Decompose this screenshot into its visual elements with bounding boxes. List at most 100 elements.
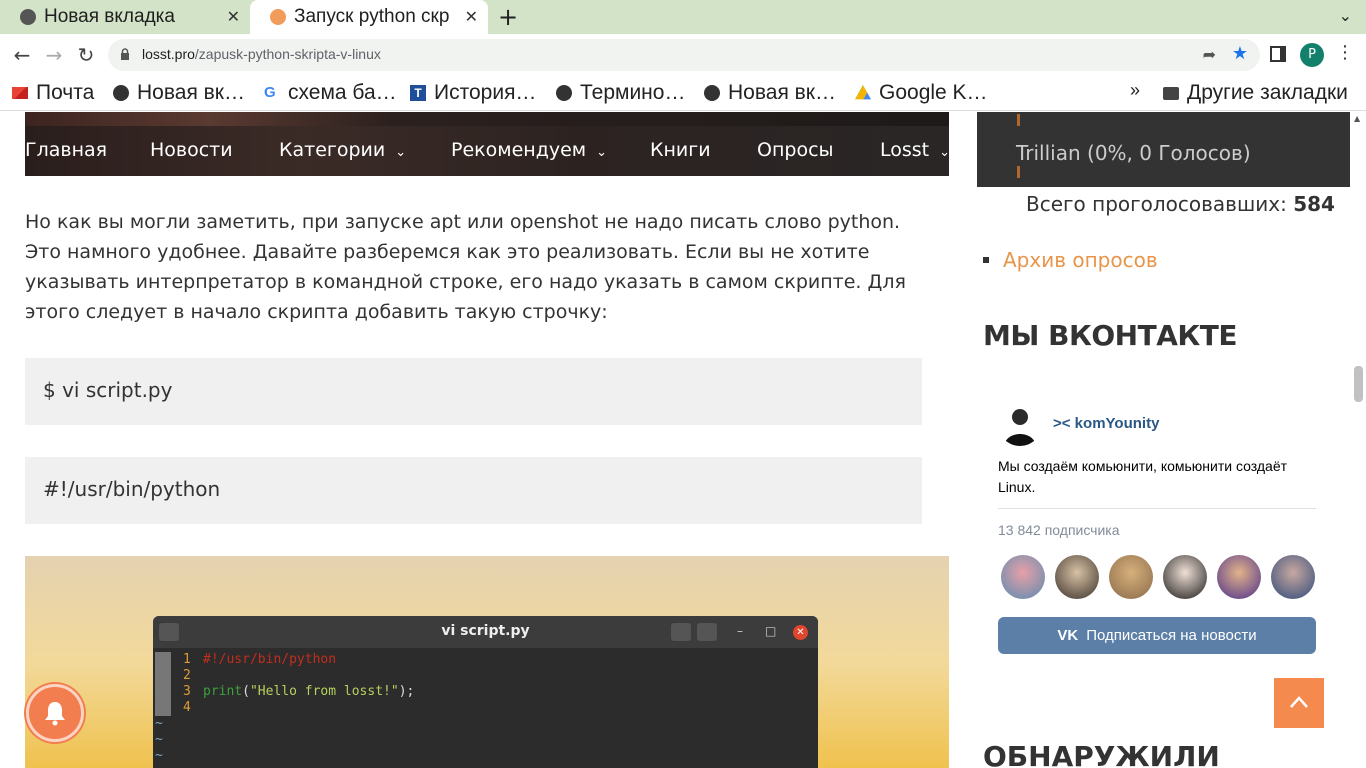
code-block: $ vi script.py (25, 358, 922, 425)
maximize-icon: □ (765, 624, 777, 638)
tab-title: Новая вкладка (44, 6, 175, 27)
bookmark-star-icon[interactable]: ★ (1232, 43, 1248, 64)
poll-archive-link[interactable]: Архив опросов (983, 248, 1158, 272)
avatar[interactable] (1217, 555, 1261, 599)
terminal-window: vi script.py – □ ✕ 1 #!/usr/bin/python 2 … (153, 616, 818, 768)
code-line: 4 (183, 700, 191, 715)
search-icon (671, 623, 691, 641)
avatar[interactable] (1001, 555, 1045, 599)
scrollbar-thumb[interactable] (1354, 366, 1363, 402)
vk-heading: МЫ ВКОНТАКТЕ (983, 319, 1237, 352)
reload-icon[interactable]: ↻ (74, 43, 98, 67)
bookmark-item[interactable]: Новая вк… (704, 81, 836, 105)
chevron-up-icon (1290, 696, 1308, 708)
minimize-icon: – (737, 624, 743, 638)
globe-icon (704, 85, 720, 101)
url-text: losst.pro/zapusk-python-skripta-v-linux (142, 46, 381, 62)
nav-losst[interactable]: Losst ⌄ (880, 139, 950, 161)
vk-subscriber-count: 13 842 подписчика (998, 522, 1120, 538)
close-tab-icon[interactable]: ✕ (465, 7, 478, 27)
bullet-icon (983, 257, 989, 263)
avatar[interactable] (1109, 555, 1153, 599)
tab-search-chevron-icon[interactable]: ⌄ (1339, 6, 1352, 25)
bookmark-item[interactable]: Почта (12, 81, 94, 105)
nav-recommend[interactable]: Рекомендуем ⌄ (451, 139, 607, 161)
nav-home[interactable]: Главная (25, 139, 107, 161)
close-icon: ✕ (793, 625, 808, 640)
code-block: #!/usr/bin/python (25, 457, 922, 524)
bookmark-item[interactable]: Новая вк… (113, 81, 245, 105)
vk-logo-icon: VK (1057, 627, 1079, 644)
tab-strip: Новая вкладка ✕ Запуск python скр ✕ + ⌄ (0, 0, 1366, 34)
browser-toolbar: ← → ↻ losst.pro/zapusk-python-skripta-v-… (0, 34, 1366, 76)
profile-avatar[interactable]: P (1300, 43, 1324, 67)
vk-group-avatar[interactable] (998, 402, 1042, 446)
code-line: ~ (155, 732, 163, 747)
bookmarks-overflow-button[interactable]: » (1130, 80, 1140, 101)
bookmark-item[interactable]: Google K… (855, 81, 988, 105)
chevron-down-icon: ⌄ (939, 145, 951, 160)
globe-icon (20, 9, 36, 25)
t-icon: T (410, 85, 426, 101)
folder-icon (1163, 86, 1179, 100)
losst-favicon-icon (270, 9, 286, 25)
notification-bell-button[interactable] (26, 684, 84, 742)
code-line: 2 (183, 668, 191, 683)
bookmarks-bar: Почта Новая вк… G схема ба… T История… Т… (0, 76, 1366, 111)
terminal-titlebar: vi script.py – □ ✕ (153, 616, 818, 648)
address-bar[interactable]: losst.pro/zapusk-python-skripta-v-linux … (108, 39, 1260, 71)
page-scrollbar[interactable]: ▲ (1351, 112, 1366, 768)
back-arrow-icon[interactable]: ← (10, 43, 34, 67)
google-drive-icon (855, 85, 871, 100)
code-line: ~ (155, 748, 163, 763)
chevron-down-icon: ⌄ (596, 145, 608, 160)
google-icon: G (264, 84, 276, 101)
page-content: Главная Новости Категории ⌄ Рекомендуем ⌄ … (0, 112, 1366, 768)
article-paragraph: Но как вы могли заметить, при запуске ap… (25, 211, 906, 323)
terminal-body: 1 #!/usr/bin/python 2 3 print("Hello from … (153, 648, 818, 764)
lock-icon (121, 48, 129, 60)
divider (998, 508, 1316, 509)
new-tab-button[interactable]: + (498, 3, 518, 31)
site-navigation: Главная Новости Категории ⌄ Рекомендуем ⌄ … (25, 112, 950, 176)
code-line: 1 #!/usr/bin/python (183, 652, 337, 667)
poll-bar (1017, 166, 1020, 178)
poll-option: Trillian (0%, 0 Голосов) (1016, 141, 1251, 165)
tab-new-tab[interactable]: Новая вкладка ✕ (0, 0, 250, 34)
vk-member-avatars (1001, 555, 1315, 599)
poll-bar (1017, 114, 1020, 126)
poll-total: Всего проголосовавших: 584 (1026, 192, 1335, 216)
bookmark-item[interactable]: T История… (410, 81, 536, 105)
chevron-down-icon: ⌄ (395, 145, 407, 160)
nav-books[interactable]: Книги (650, 139, 711, 161)
vk-group-description: Мы создаём комьюнити, комьюнити создаёт … (998, 458, 1288, 495)
forward-arrow-icon[interactable]: → (42, 43, 66, 67)
nav-polls[interactable]: Опросы (757, 139, 834, 161)
share-icon[interactable]: ➦ (1203, 45, 1216, 64)
terminal-title: vi script.py (441, 623, 530, 639)
hamburger-menu-icon (697, 623, 717, 641)
vk-subscribe-button[interactable]: VK Подписаться на новости (998, 617, 1316, 654)
nav-news[interactable]: Новости (150, 139, 233, 161)
nav-categories[interactable]: Категории ⌄ (279, 139, 406, 161)
avatar[interactable] (1271, 555, 1315, 599)
close-tab-icon[interactable]: ✕ (227, 7, 240, 27)
section-heading: ОБНАРУЖИЛИ (983, 740, 1220, 768)
globe-icon (556, 85, 572, 101)
avatar[interactable] (1163, 555, 1207, 599)
article-screenshot: vi script.py – □ ✕ 1 #!/usr/bin/python 2 … (25, 556, 949, 768)
bookmark-item[interactable]: G схема ба… (264, 81, 397, 105)
code-line: 3 print("Hello from losst!"); (183, 684, 415, 699)
tab-title: Запуск python скр (294, 6, 450, 27)
vk-group-name[interactable]: >< komYounity (1053, 415, 1159, 432)
scroll-up-arrow-icon[interactable]: ▲ (1354, 114, 1360, 123)
bookmark-item[interactable]: Термино… (556, 81, 685, 105)
other-bookmarks-folder[interactable]: Другие закладки (1163, 81, 1348, 105)
globe-icon (113, 85, 129, 101)
scroll-to-top-button[interactable] (1274, 678, 1324, 728)
bell-icon (45, 702, 65, 726)
menu-kebab-icon[interactable]: ⋮ (1336, 42, 1354, 63)
avatar[interactable] (1055, 555, 1099, 599)
side-panel-icon[interactable] (1270, 46, 1286, 62)
tab-python-article[interactable]: Запуск python скр ✕ (250, 0, 488, 34)
